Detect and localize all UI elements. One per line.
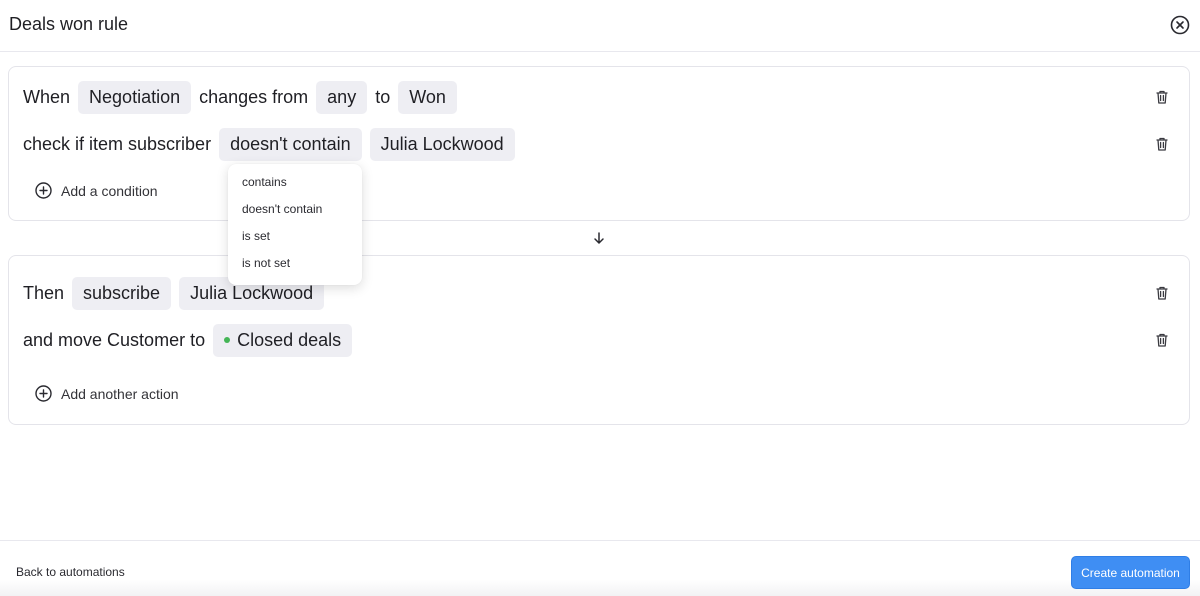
trash-icon[interactable] xyxy=(1155,89,1169,105)
create-automation-button[interactable]: Create automation xyxy=(1071,556,1190,589)
stage-label: Closed deals xyxy=(237,329,342,350)
action-card: Then subscribe Julia Lockwood and move C… xyxy=(8,255,1190,425)
stage-color-dot xyxy=(224,337,231,343)
add-action-label: Add another action xyxy=(61,385,179,402)
action-pill[interactable]: subscribe xyxy=(72,276,172,310)
page-title: Deals won rule xyxy=(9,14,129,34)
check-label: check if item subscriber xyxy=(23,133,212,154)
condition-row: check if item subscriber doesn't contain… xyxy=(23,127,523,161)
plus-circle-icon xyxy=(35,385,52,402)
then-label: Then xyxy=(23,282,65,303)
changes-from-label: changes from xyxy=(199,86,309,107)
move-label: and move Customer to xyxy=(23,329,206,350)
modal-header: Deals won rule xyxy=(0,0,1200,52)
from-value-pill[interactable]: any xyxy=(316,80,368,114)
trash-icon[interactable] xyxy=(1155,285,1169,301)
trash-icon[interactable] xyxy=(1155,136,1169,152)
dropdown-option-is-not-set[interactable]: is not set xyxy=(228,250,362,277)
dropdown-option-doesnt-contain[interactable]: doesn't contain xyxy=(228,196,362,223)
trash-icon[interactable] xyxy=(1155,332,1169,348)
add-condition-button[interactable]: Add a condition xyxy=(35,182,158,199)
plus-circle-icon xyxy=(35,182,52,199)
operator-dropdown: contains doesn't contain is set is not s… xyxy=(228,164,362,285)
subject-pill[interactable]: Julia Lockwood xyxy=(369,127,515,161)
operator-pill[interactable]: doesn't contain xyxy=(219,127,362,161)
stage-pill[interactable]: Closed deals xyxy=(213,323,353,357)
dropdown-option-is-set[interactable]: is set xyxy=(228,223,362,250)
to-label: to xyxy=(375,86,391,107)
close-icon[interactable] xyxy=(1170,15,1190,35)
when-label: When xyxy=(23,86,71,107)
to-value-pill[interactable]: Won xyxy=(398,80,457,114)
back-to-automations-link[interactable]: Back to automations xyxy=(16,565,125,579)
move-row: and move Customer to Closed deals xyxy=(23,323,360,357)
trigger-card: When Negotiation changes from any to Won… xyxy=(8,66,1190,221)
dropdown-option-contains[interactable]: contains xyxy=(228,169,362,196)
field-pill[interactable]: Negotiation xyxy=(78,80,192,114)
modal-footer: Back to automations Create automation xyxy=(0,540,1200,596)
add-condition-label: Add a condition xyxy=(61,182,158,199)
trigger-row: When Negotiation changes from any to Won xyxy=(23,80,465,114)
add-action-button[interactable]: Add another action xyxy=(35,385,179,402)
arrow-down-icon xyxy=(592,231,606,245)
